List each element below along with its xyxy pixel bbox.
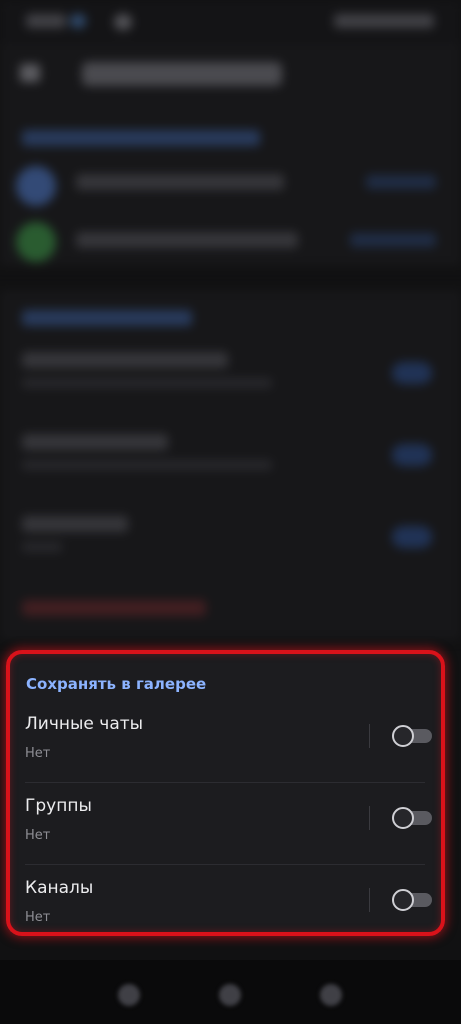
home-icon[interactable] [219,984,241,1006]
mobile-row-sub-blurred [22,378,272,388]
system-nav-bar [0,960,461,1024]
status-bar [0,0,461,44]
row-title: Личные чаты [25,714,144,734]
traffic-row-value-blurred [350,233,436,247]
wifi-toggle-blurred[interactable] [392,444,432,466]
row-title: Группы [25,796,92,816]
row-title: Каналы [25,878,94,898]
status-app-icon [114,14,132,30]
wifi-row-sub-blurred [22,460,272,470]
back-arrow-icon[interactable] [320,984,342,1006]
vertical-separator [369,888,370,912]
toggle-knob [392,725,414,747]
recents-icon[interactable] [118,984,140,1006]
row-value: Нет [25,828,51,843]
wifi-row-label-blurred[interactable] [22,434,168,450]
page-title-blurred [82,62,282,86]
private-chats-toggle[interactable] [392,725,432,747]
reset-settings-link-blurred[interactable] [22,600,206,616]
row-groups[interactable]: Группы Нет [10,784,441,864]
mobile-row-label-blurred[interactable] [22,352,228,368]
roaming-row-label-blurred[interactable] [22,516,128,532]
usage-section-header-blurred [22,130,260,146]
row-value: Нет [25,910,51,925]
status-notification-icon [70,14,86,28]
traffic-row-label-blurred[interactable] [76,232,298,248]
storage-row-value-blurred [366,175,436,189]
mobile-toggle-blurred[interactable] [392,362,432,384]
row-divider [25,782,425,783]
back-icon[interactable] [20,64,40,82]
autodownload-section-header-blurred [22,310,192,326]
row-divider [25,864,425,865]
row-value: Нет [25,746,51,761]
toggle-knob [392,807,414,829]
roaming-toggle-blurred[interactable] [392,526,432,548]
row-channels[interactable]: Каналы Нет [10,866,441,946]
status-time [26,14,66,28]
groups-toggle[interactable] [392,807,432,829]
vertical-separator [369,724,370,748]
storage-icon [16,166,56,206]
storage-row-label-blurred[interactable] [76,174,284,190]
row-private-chats[interactable]: Личные чаты Нет [10,702,441,782]
toggle-knob [392,889,414,911]
vertical-separator [369,806,370,830]
roaming-row-sub-blurred [22,542,62,552]
channels-toggle[interactable] [392,889,432,911]
status-system-icons [334,14,434,28]
traffic-icon [16,222,56,262]
blurred-background-content [0,0,461,640]
gallery-section-header: Сохранять в галерее [26,675,207,693]
